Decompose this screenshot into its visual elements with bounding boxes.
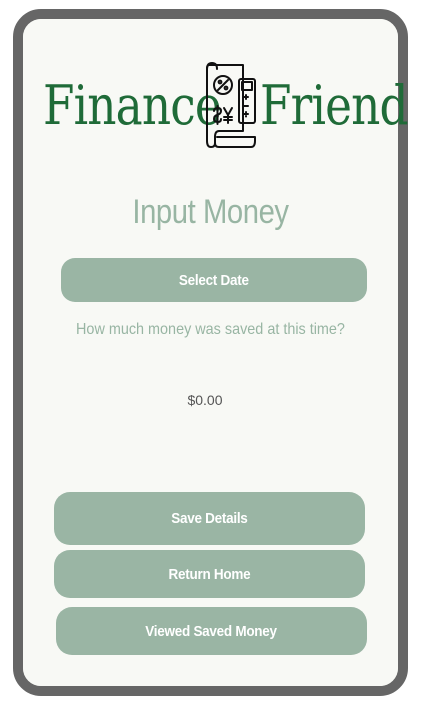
receipt-calculator-icon (206, 62, 256, 148)
app-screen: Finance Friend Input Money Select Date H… (23, 19, 409, 686)
select-date-button[interactable]: Select Date (61, 258, 367, 302)
page-title: Input Money (132, 193, 289, 231)
viewed-saved-money-button[interactable]: Viewed Saved Money (56, 607, 367, 655)
select-date-label: Select Date (179, 271, 249, 289)
brand-name-left: Finance (43, 74, 222, 137)
brand-name-right: Friend (260, 74, 409, 137)
phone-frame: Finance Friend Input Money Select Date H… (13, 9, 409, 696)
save-details-button[interactable]: Save Details (54, 492, 365, 545)
amount-input[interactable] (123, 387, 287, 413)
save-details-label: Save Details (171, 510, 248, 527)
viewed-saved-money-label: Viewed Saved Money (145, 622, 278, 640)
return-home-label: Return Home (168, 565, 251, 583)
savings-question: How much money was saved at this time? (76, 321, 345, 338)
return-home-button[interactable]: Return Home (54, 550, 365, 598)
